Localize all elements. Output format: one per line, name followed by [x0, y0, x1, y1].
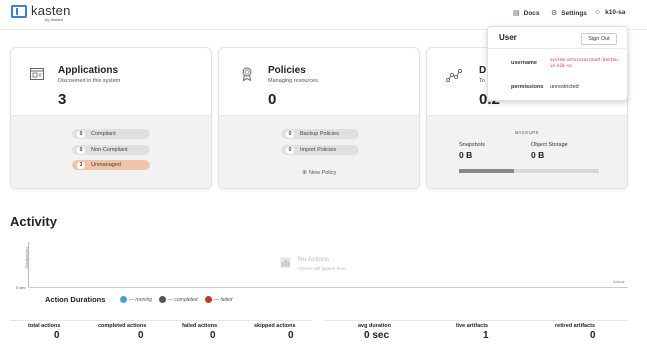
compliant-pill[interactable]: 0 Compliant [72, 129, 150, 139]
user-icon: ☺ [594, 9, 602, 16]
retired-artifacts-value: 0 [590, 330, 596, 341]
policies-card-footer: 0 Backup Policies 0 Import Policies ⊕ Ne… [219, 115, 419, 188]
chart-y-label: Duration(sec) [25, 246, 29, 268]
no-actions-subtitle: Actions will appear here. [298, 266, 348, 271]
activity-chart: Duration(sec) 0 sec Actions No Actions A… [16, 242, 628, 290]
storage-usage-bar [459, 169, 599, 173]
legend-running: — running [120, 296, 152, 303]
sign-out-button[interactable]: Sign Out [581, 33, 617, 45]
snapshots-label: Snapshots [459, 142, 485, 148]
plus-circle-icon: ⊕ [302, 170, 308, 176]
policies-card[interactable]: Policies Managing resources 0 0 Backup P… [218, 47, 420, 189]
completed-actions-value: 0 [138, 330, 144, 341]
unmanaged-count: 3 [77, 161, 85, 169]
completed-dot-icon [159, 296, 166, 303]
user-dropdown: User Sign Out username system:serviceacc… [487, 26, 628, 101]
data-title: D [479, 65, 487, 76]
total-actions-label: total actions [28, 323, 61, 329]
book-icon: ▤ [513, 10, 520, 17]
data-points-icon [446, 68, 462, 83]
activity-heading: Activity [10, 214, 57, 229]
retired-artifacts-label: retired artifacts [555, 323, 596, 329]
storage-usage-fill [459, 169, 514, 173]
applications-card[interactable]: Applications Discovered in this system 3… [10, 47, 212, 189]
action-durations-title: Action Durations [45, 295, 106, 304]
data-subtitle: To [479, 78, 485, 84]
unmanaged-pill[interactable]: 3 Unmanaged [72, 160, 150, 170]
user-menu-button[interactable]: ☺ k10-sa [594, 9, 625, 16]
permissions-value: unrestricted [550, 84, 579, 90]
object-storage-value: 0 B [531, 150, 545, 160]
backups-label: BACKUPS [515, 130, 539, 135]
new-policy-button[interactable]: ⊕ New Policy [302, 169, 337, 177]
compliant-count: 0 [77, 130, 85, 138]
legend-completed: — completed [159, 296, 197, 303]
kasten-logo-icon [11, 5, 27, 18]
unmanaged-label: Unmanaged [91, 162, 121, 168]
policies-subtitle: Managing resources [268, 78, 318, 84]
chart-x-axis [28, 287, 628, 288]
username-value: system:serviceaccount:kasten-io:k10-sa [550, 57, 620, 68]
docs-label: Docs [523, 9, 540, 17]
award-ribbon-icon [242, 67, 252, 82]
live-artifacts-label: live artifacts [456, 323, 489, 329]
failed-actions-value: 0 [210, 330, 216, 341]
kasten-logo[interactable]: kasten by Veeam [11, 3, 71, 23]
applications-card-footer: 0 Compliant 0 Non-Compliant 3 Unmanaged [11, 115, 211, 188]
new-policy-label: New Policy [309, 169, 337, 176]
brand-name: kasten [31, 3, 71, 18]
skipped-actions-label: skipped actions [254, 323, 296, 329]
legend-failed-label: — failed [214, 296, 233, 303]
backup-policies-count: 0 [286, 130, 294, 138]
import-policies-label: Import Policies [300, 147, 337, 153]
policies-title: Policies [268, 65, 306, 76]
dropdown-divider [488, 48, 627, 49]
legend-completed-label: — completed [168, 296, 198, 303]
data-card-footer [427, 115, 627, 188]
snapshots-value: 0 B [459, 150, 473, 160]
avg-duration-value: 0 sec [364, 330, 390, 341]
application-window-icon [30, 68, 44, 80]
non-compliant-label: Non-Compliant [91, 147, 128, 153]
bar-chart-icon [280, 257, 291, 268]
non-compliant-pill[interactable]: 0 Non-Compliant [72, 145, 150, 155]
import-policies-count: 0 [286, 146, 294, 154]
gear-icon: ⚙ [551, 10, 558, 17]
running-dot-icon [120, 296, 127, 303]
chart-x-end: Actions [613, 280, 625, 284]
user-label: k10-sa [605, 9, 626, 16]
completed-actions-label: completed actions [98, 323, 147, 329]
object-storage-label: Object Storage [531, 142, 568, 148]
user-dropdown-title: User [499, 33, 517, 42]
policies-count: 0 [268, 91, 277, 108]
docs-link[interactable]: ▤ Docs [513, 9, 540, 18]
username-label: username [511, 60, 537, 66]
legend-running-label: — running [129, 296, 153, 303]
skipped-actions-value: 0 [288, 330, 294, 341]
backup-policies-pill[interactable]: 0 Backup Policies [281, 129, 359, 139]
applications-count: 3 [58, 91, 67, 108]
settings-label: Settings [561, 9, 587, 17]
compliant-label: Compliant [91, 131, 116, 137]
permissions-label: permissions [511, 84, 544, 90]
top-header: kasten by Veeam ▤ Docs ⚙ Settings ☺ k10-… [0, 0, 647, 28]
failed-dot-icon [205, 296, 212, 303]
backup-policies-label: Backup Policies [300, 131, 339, 137]
import-policies-pill[interactable]: 0 Import Policies [281, 145, 359, 155]
chart-x-zero: 0 sec [16, 285, 26, 290]
no-actions-title: No Actions [298, 256, 330, 263]
brand-sub: by Veeam [45, 17, 63, 22]
avg-duration-label: avg duration [358, 323, 392, 329]
legend-failed: — failed [205, 296, 232, 303]
non-compliant-count: 0 [77, 146, 85, 154]
settings-link[interactable]: ⚙ Settings [551, 9, 587, 18]
applications-title: Applications [58, 65, 119, 76]
live-artifacts-value: 1 [483, 330, 489, 341]
failed-actions-label: failed actions [182, 323, 218, 329]
total-actions-value: 0 [54, 330, 60, 341]
applications-subtitle: Discovered in this system [58, 78, 121, 84]
